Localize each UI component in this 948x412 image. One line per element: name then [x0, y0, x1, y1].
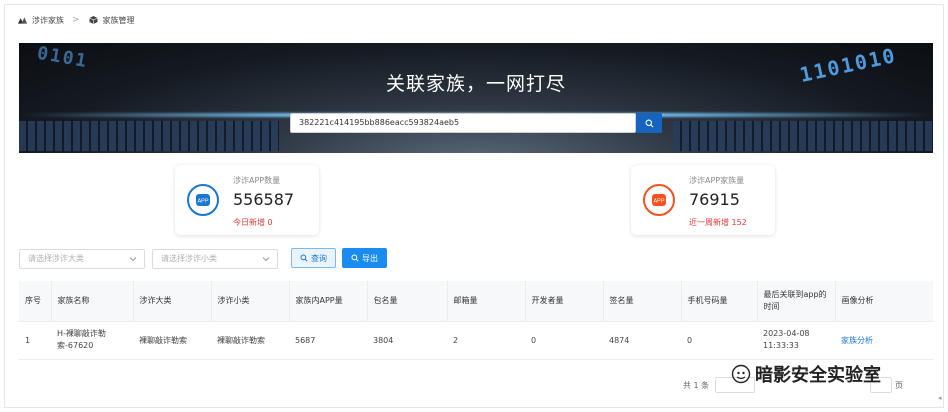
subcategory-select-placeholder: 请选择涉诈小类: [161, 254, 217, 263]
cell-package-count: 3804: [367, 321, 447, 360]
wechat-icon: [731, 364, 751, 384]
stat-value: 556587: [233, 190, 295, 209]
column-header: 手机号码量: [681, 281, 758, 322]
cell-phone-count: 0: [681, 321, 757, 360]
breadcrumb-separator: >: [72, 15, 80, 25]
cell-category: 裸聊敲诈勒索: [133, 321, 211, 360]
stat-value: 76915: [689, 190, 740, 209]
breadcrumb: 涉诈家族 > 家族管理: [17, 13, 135, 27]
stat-label: 涉诈APP家族量: [689, 176, 745, 185]
search-icon: [300, 254, 308, 262]
column-header: 包名量: [367, 281, 448, 322]
stat-label: 涉诈APP数量: [233, 176, 281, 185]
column-header: 涉诈小类: [211, 281, 290, 322]
cell-family-name: H-裸聊敲诈勒索-67620: [51, 321, 133, 360]
cell-signature-count: 4874: [603, 321, 681, 360]
keyboard-decoration-left: [19, 121, 279, 151]
svg-text:APP: APP: [197, 199, 208, 205]
app-icon: APP: [187, 184, 219, 216]
page-suffix: 页: [895, 380, 903, 390]
column-header: 家族内APP量: [289, 281, 368, 322]
column-header: 画像分析: [835, 281, 933, 322]
family-table: 序号 家族名称 涉诈大类 涉诈小类 家族内APP量 包名量 邮箱量 开发者量 签…: [19, 281, 933, 360]
search-button[interactable]: [636, 113, 662, 133]
column-header: 最后关联到app的时间: [757, 281, 836, 322]
search-icon: [351, 254, 359, 262]
breadcrumb-item-family[interactable]: 涉诈家族: [32, 15, 64, 26]
query-button-label: 查询: [311, 253, 327, 263]
cell-email-count: 2: [447, 321, 525, 360]
table-header-row: 序号 家族名称 涉诈大类 涉诈小类 家族内APP量 包名量 邮箱量 开发者量 签…: [19, 281, 933, 322]
column-header: 签名量: [603, 281, 682, 322]
main-panel: 涉诈家族 > 家族管理 1101010 0101 关联家族，一网打尽 38222…: [4, 4, 944, 408]
subcategory-select[interactable]: 请选择涉诈小类: [152, 249, 278, 269]
stat-card-app-count: APP 涉诈APP数量 556587 今日新增 0: [175, 165, 319, 235]
cell-app-count: 5687: [289, 321, 367, 360]
family-analysis-link[interactable]: 家族分析: [835, 321, 933, 360]
binary-digits-left: 0101: [35, 43, 90, 73]
stat-sub: 近一周新增 152: [689, 218, 747, 227]
keyboard-decoration-right: [673, 121, 933, 151]
column-header: 涉诈大类: [133, 281, 212, 322]
cell-developer-count: 0: [525, 321, 603, 360]
category-select[interactable]: 请选择涉诈大类: [19, 249, 145, 269]
cell-subcategory: 裸聊敲诈勒索: [211, 321, 289, 360]
chevron-down-icon: [129, 257, 137, 262]
column-header: 邮箱量: [447, 281, 526, 322]
stat-card-family-count: APP 涉诈APP家族量 76915 近一周新增 152: [631, 165, 775, 235]
pagination-total: 共 1 条: [683, 380, 710, 390]
scroll-left-icon[interactable]: ◂: [938, 394, 944, 402]
banner-title: 关联家族，一网打尽: [385, 73, 566, 95]
svg-text:APP: APP: [653, 199, 664, 205]
column-header: 序号: [19, 281, 52, 322]
export-button-label: 导出: [362, 253, 378, 263]
hero-banner: 1101010 0101 关联家族，一网打尽 382221c414195bb88…: [19, 43, 933, 153]
query-button[interactable]: 查询: [291, 248, 336, 268]
column-header: 开发者量: [525, 281, 604, 322]
watermark-text: 暗影安全实验室: [755, 365, 881, 386]
search-input[interactable]: 382221c414195bb886eacc593824aeb5: [290, 113, 636, 133]
app-family-icon: APP: [643, 184, 675, 216]
export-button[interactable]: 导出: [342, 248, 387, 268]
family-icon: [17, 17, 28, 24]
stat-sub: 今日新增 0: [233, 218, 273, 227]
cell-index: 1: [19, 321, 51, 360]
breadcrumb-item-family-management: 家族管理: [102, 15, 135, 25]
cube-icon: [88, 16, 98, 24]
watermark: 暗影安全实验室: [731, 361, 881, 387]
table-row: 1 H-裸聊敲诈勒索-67620 裸聊敲诈勒索 裸聊敲诈勒索 5687 3804…: [19, 321, 933, 360]
cell-last-time: 2023-04-08 11:33:33: [757, 321, 835, 360]
category-select-placeholder: 请选择涉诈大类: [28, 254, 84, 263]
chevron-down-icon: [262, 257, 270, 262]
search-icon: [645, 119, 653, 127]
column-header: 家族名称: [51, 281, 134, 322]
